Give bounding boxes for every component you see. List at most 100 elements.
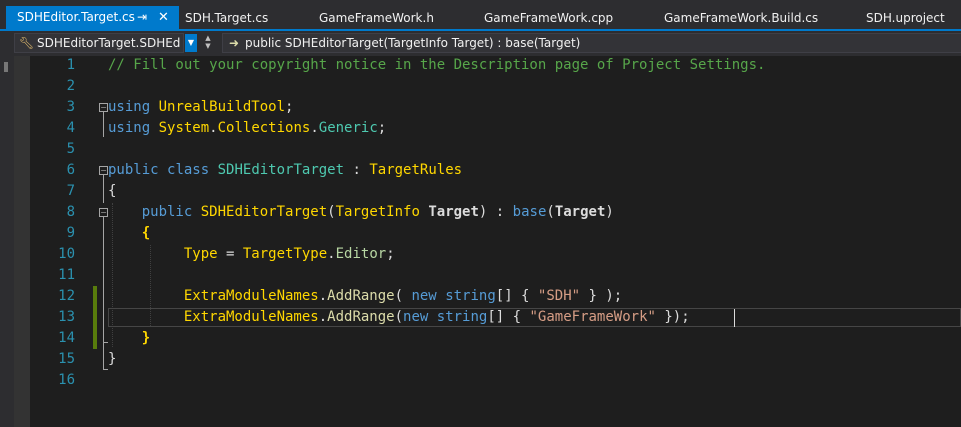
code-line-7: {	[108, 181, 116, 202]
outline-line	[103, 175, 104, 203]
code-line-9: {	[108, 223, 150, 244]
line-number: 7	[66, 183, 75, 199]
namespace: System	[158, 120, 210, 136]
enum-member: Editor	[335, 246, 387, 262]
editor-margin-strip	[0, 56, 14, 427]
outline-line	[103, 217, 104, 370]
tab-gameframework-cpp[interactable]: GameFrameWork.cpp	[484, 8, 613, 28]
namespace: Collections	[217, 120, 311, 136]
identifier: ExtraModuleNames	[183, 309, 319, 325]
punctuation: .	[327, 246, 336, 262]
code-line-12: ExtraModuleNames.AddRange( new string[] …	[108, 286, 622, 307]
tab-sdheditor-target-cs[interactable]: SDHEditor.Target.cs ⇥ ✕	[6, 6, 179, 29]
code-line-10: Type = TargetType.Editor;	[108, 244, 395, 265]
line-number: 2	[66, 78, 75, 94]
punctuation: [] {	[487, 309, 530, 325]
argument: Target	[554, 204, 606, 220]
keyword: public	[108, 162, 159, 178]
margin-marker	[4, 62, 8, 72]
code-line-15: }	[108, 349, 116, 370]
punctuation: ;	[377, 120, 387, 136]
brace: }	[141, 330, 151, 346]
member-dropdown-value: public SDHEditorTarget(TargetInfo Target…	[245, 36, 581, 50]
wrench-icon: 🔧︎	[19, 36, 35, 50]
tab-label: GameFrameWork.Build.cs	[664, 11, 819, 25]
code-line-8: public SDHEditorTarget(TargetInfo Target…	[108, 202, 614, 223]
keyword: new	[403, 309, 429, 325]
member-dropdown[interactable]: ➜ public SDHEditorTarget(TargetInfo Targe…	[222, 33, 961, 53]
line-number: 9	[66, 225, 75, 241]
keyword: public	[141, 204, 193, 220]
change-marker	[93, 307, 97, 328]
namespace: UnrealBuildTool	[158, 99, 286, 115]
constructor-name: SDHEditorTarget	[200, 204, 328, 220]
punctuation: (	[546, 204, 555, 220]
tab-label: SDH.Target.cs	[185, 11, 269, 25]
keyword: using	[108, 99, 151, 115]
line-number: 3	[66, 99, 75, 115]
pin-icon[interactable]: ⇥	[137, 6, 147, 29]
comment: // Fill out your copyright notice in the…	[108, 57, 766, 73]
punctuation: :	[487, 204, 513, 220]
method-icon: ➜	[228, 36, 240, 50]
collapse-icon[interactable]: −	[99, 208, 108, 217]
type-dropdown-value: SDHEditorTarget.SDHEd	[37, 36, 181, 50]
brace: }	[108, 351, 117, 367]
parameter-type: TargetInfo	[335, 204, 420, 220]
punctuation: [] {	[495, 288, 538, 304]
type-dropdown[interactable]: 🔧︎ SDHEditorTarget.SDHEd	[14, 33, 184, 53]
punctuation: :	[344, 162, 370, 178]
base-class-name: TargetRules	[369, 162, 463, 178]
indicator-margin	[14, 56, 30, 427]
keyword: base	[512, 204, 547, 220]
code-editor[interactable]: 1 2 3 4 5 6 7 8 9 10 11 12 13 14 15 16 −…	[0, 56, 961, 427]
navigation-bar: 🔧︎ SDHEditorTarget.SDHEd ▼ ▲ ▼ ➜ public SDH…	[0, 31, 961, 56]
class-name: SDHEditorTarget	[217, 162, 345, 178]
tab-sdh-target-cs[interactable]: SDH.Target.cs	[185, 8, 268, 28]
punctuation: (	[327, 204, 336, 220]
change-marker	[93, 286, 97, 307]
code-line-4: using System.Collections.Generic;	[108, 118, 386, 139]
line-number: 6	[66, 162, 75, 178]
code-line-13: ExtraModuleNames.AddRange(new string[] {…	[108, 307, 690, 328]
collapse-icon[interactable]: −	[99, 166, 108, 175]
line-number: 1	[66, 57, 75, 73]
keyword: string	[445, 288, 496, 304]
line-number: 16	[58, 372, 75, 388]
code-line-1: // Fill out your copyright notice in the…	[108, 55, 765, 76]
identifier: ExtraModuleNames	[183, 288, 319, 304]
punctuation: } );	[580, 288, 623, 304]
punctuation: .	[318, 288, 328, 304]
code-line-14: }	[108, 328, 150, 349]
line-number: 10	[58, 246, 75, 262]
string-literal: "SDH"	[537, 288, 581, 304]
punctuation: )	[605, 204, 614, 220]
split-editor-icon[interactable]: ▲ ▼	[201, 34, 215, 52]
line-number: 14	[58, 330, 75, 346]
punctuation: ;	[386, 246, 395, 262]
tab-sdh-uproject[interactable]: SDH.uproject	[866, 8, 945, 28]
line-number: 15	[58, 351, 75, 367]
line-number: 12	[58, 288, 75, 304]
parameter-name: Target	[428, 204, 479, 220]
line-number: 11	[58, 267, 75, 283]
punctuation: =	[217, 246, 243, 262]
method-name: AddRange	[327, 288, 395, 304]
close-icon[interactable]: ✕	[158, 6, 169, 29]
punctuation: .	[209, 120, 218, 136]
property: Type	[183, 246, 218, 262]
change-marker	[93, 328, 97, 349]
brace: {	[141, 225, 151, 241]
collapse-icon[interactable]: −	[99, 103, 108, 112]
type-name: Generic	[318, 120, 378, 136]
punctuation: (	[394, 309, 404, 325]
punctuation: });	[655, 309, 690, 325]
tab-gameframework-build-cs[interactable]: GameFrameWork.Build.cs	[664, 8, 818, 28]
tab-label: SDH.uproject	[866, 11, 945, 25]
string-literal: "GameFrameWork"	[529, 309, 656, 325]
tab-label: GameFrameWork.cpp	[484, 11, 614, 25]
type-dropdown-chevron-icon[interactable]: ▼	[185, 34, 197, 52]
keyword: using	[108, 120, 151, 136]
tab-gameframework-h[interactable]: GameFrameWork.h	[319, 8, 434, 28]
punctuation: (	[394, 288, 412, 304]
